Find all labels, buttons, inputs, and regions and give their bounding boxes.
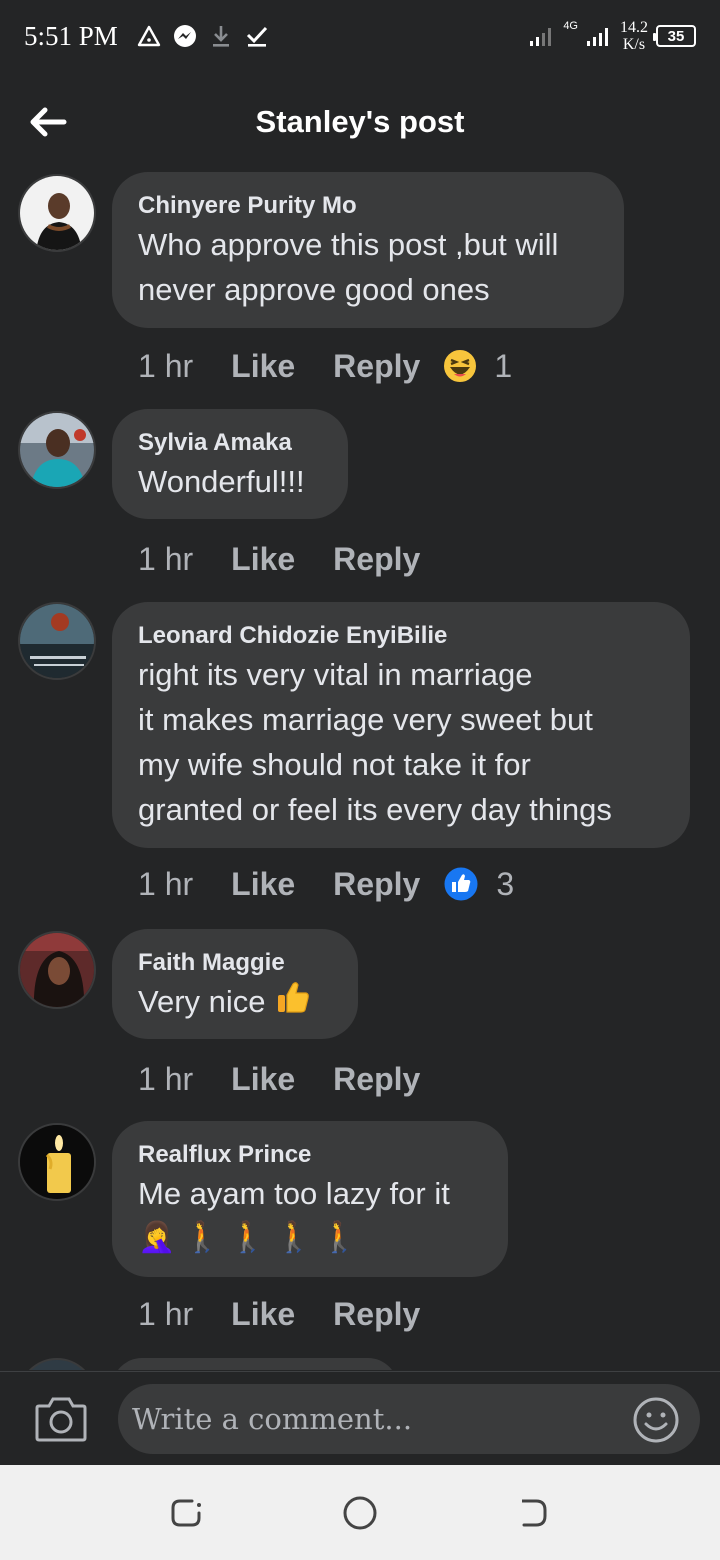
comment-actions: 1 hr Like Reply — [138, 537, 458, 581]
comment-actions: 1 hr Like Reply 3 — [138, 862, 514, 906]
battery-icon: 35 — [653, 25, 696, 47]
page-header: Stanley's post — [0, 80, 720, 164]
comment-composer — [0, 1371, 720, 1465]
commenter-name[interactable]: Sylvia Amaka — [138, 427, 322, 459]
reply-button[interactable]: Reply — [333, 541, 420, 578]
reaction-summary[interactable]: 1 — [442, 348, 512, 385]
comment-actions: 1 hr Like Reply — [138, 1057, 458, 1101]
status-right-icons: 4G 14.2 K/s 35 — [529, 19, 696, 53]
emoji-picker-button[interactable] — [632, 1396, 680, 1444]
comment-bubble[interactable]: Leonard Chidozie EnyiBilie right its ver… — [112, 602, 690, 848]
back-nav-button[interactable] — [514, 1493, 554, 1533]
reply-button[interactable]: Reply — [333, 348, 420, 385]
home-circle-icon — [343, 1496, 377, 1530]
warning-triangle-icon — [136, 23, 162, 49]
reply-button[interactable]: Reply — [333, 1296, 420, 1333]
reply-button[interactable]: Reply — [333, 1061, 420, 1098]
comment-time[interactable]: 1 hr — [138, 348, 193, 385]
reaction-count: 1 — [494, 347, 513, 384]
laughing-emoji-icon — [442, 348, 479, 384]
comment-actions: 1 hr Like Reply — [138, 1292, 458, 1336]
commenter-name[interactable]: Leonard Chidozie EnyiBilie — [138, 620, 664, 652]
camera-icon — [35, 1397, 87, 1442]
comment-actions: 1 hr Like Reply 1 — [138, 344, 512, 388]
like-button[interactable]: Like — [231, 348, 295, 385]
avatar[interactable] — [18, 174, 96, 252]
avatar[interactable] — [18, 1358, 96, 1370]
home-button[interactable] — [340, 1493, 380, 1533]
avatar[interactable] — [18, 411, 96, 489]
avatar[interactable] — [18, 931, 96, 1009]
messenger-icon — [172, 23, 198, 49]
reaction-count: 3 — [496, 865, 515, 902]
comment-bubble[interactable]: Faith Maggie Very nice — [112, 929, 358, 1039]
comment-text: Who approve this post ,but will never ap… — [138, 227, 559, 307]
avatar[interactable] — [18, 602, 96, 680]
battery-level: 35 — [667, 27, 685, 45]
network-type: 4G — [563, 19, 578, 32]
comment-time[interactable]: 1 hr — [138, 866, 193, 903]
recent-apps-icon — [171, 1499, 201, 1527]
notification-icons — [136, 23, 270, 49]
comment-bubble[interactable]: Chinyere Purity Mo Who approve this post… — [112, 172, 624, 328]
speed-value: 14.2 — [620, 19, 648, 36]
recent-apps-button[interactable] — [166, 1493, 206, 1533]
page-title: Stanley's post — [255, 104, 465, 139]
comment-text-value: Very nice — [138, 984, 266, 1020]
reply-button[interactable]: Reply — [333, 866, 420, 903]
back-button[interactable] — [26, 100, 70, 144]
system-nav-bar — [0, 1465, 720, 1560]
like-button[interactable]: Like — [231, 1296, 295, 1333]
comment-time[interactable]: 1 hr — [138, 1296, 193, 1333]
comment-text: Wonderful!!! — [138, 464, 305, 499]
comment-time[interactable]: 1 hr — [138, 541, 193, 578]
avatar[interactable] — [18, 1123, 96, 1201]
like-button[interactable]: Like — [231, 1061, 295, 1098]
comment-time[interactable]: 1 hr — [138, 1061, 193, 1098]
commenter-name[interactable]: Realflux Prince — [138, 1139, 482, 1171]
signal-bars-icon-2 — [586, 23, 612, 49]
check-icon — [244, 23, 270, 49]
status-bar: 5:51 PM 4G 14.2 K/s 35 — [0, 0, 720, 72]
status-time: 5:51 PM — [24, 20, 118, 51]
like-button[interactable]: Like — [231, 541, 295, 578]
comment-bubble[interactable] — [112, 1358, 398, 1370]
back-nav-icon — [522, 1499, 547, 1527]
signal-bars-icon — [529, 23, 555, 49]
comment-bubble[interactable]: Realflux Prince Me ayam too lazy for it … — [112, 1121, 508, 1277]
comment-input[interactable] — [118, 1384, 700, 1454]
speed-unit: K/s — [622, 36, 646, 53]
back-arrow-icon — [30, 107, 67, 137]
comment-emoji-line: 🤦‍♀️ 🚶 🚶 🚶 🚶 — [138, 1221, 359, 1254]
like-button[interactable]: Like — [231, 866, 295, 903]
thumbs-up-emoji — [274, 979, 312, 1029]
like-reaction-icon — [442, 865, 480, 903]
camera-button[interactable] — [34, 1394, 88, 1444]
network-speed: 14.2 K/s — [620, 19, 648, 53]
download-icon — [208, 23, 234, 49]
comment-bubble[interactable]: Sylvia Amaka Wonderful!!! — [112, 409, 348, 519]
comment-text: right its very vital in marriage it make… — [138, 657, 612, 827]
smiley-icon — [633, 1397, 679, 1443]
reaction-summary[interactable]: 3 — [442, 865, 514, 903]
commenter-name[interactable]: Chinyere Purity Mo — [138, 190, 598, 222]
comment-text: Very nice — [138, 979, 332, 1029]
comments-list[interactable]: Chinyere Purity Mo Who approve this post… — [0, 172, 720, 1370]
comment-text: Me ayam too lazy for it — [138, 1176, 450, 1211]
commenter-name[interactable]: Faith Maggie — [138, 947, 332, 979]
